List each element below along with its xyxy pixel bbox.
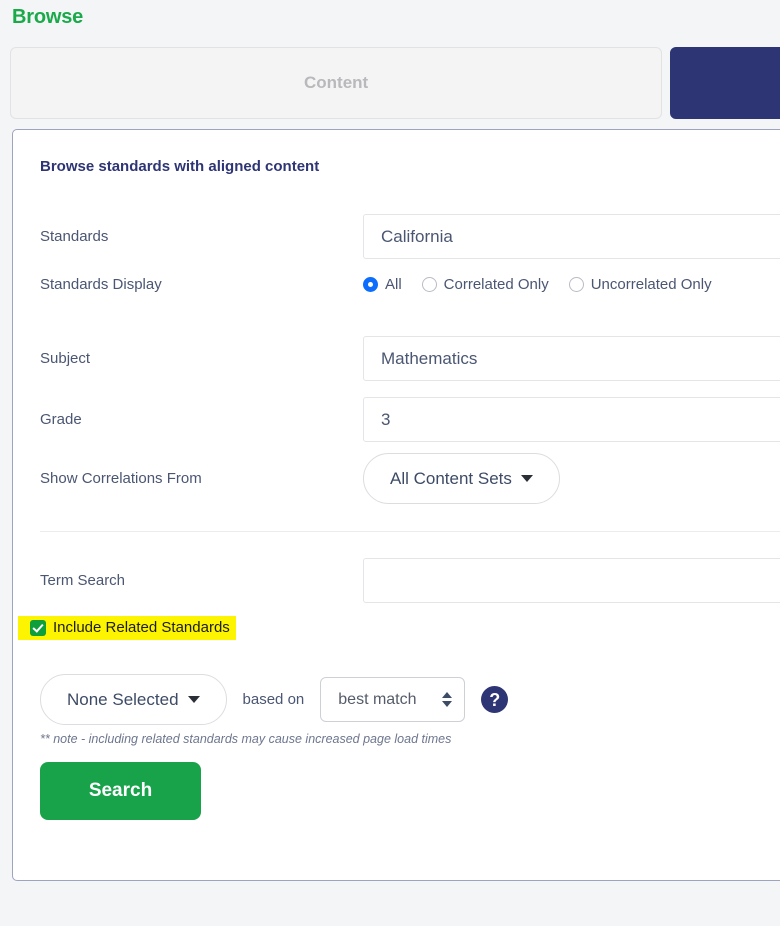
radio-all-icon [363, 277, 378, 292]
search-button[interactable]: Search [40, 762, 201, 820]
include-related-standards-checkbox[interactable] [30, 619, 46, 636]
show-correlations-from-label: Show Correlations From [40, 470, 202, 487]
content-sets-dropdown-label: All Content Sets [390, 468, 512, 488]
radio-all[interactable]: All [363, 276, 402, 293]
term-search-label: Term Search [40, 572, 126, 589]
tab-content-label: Content [304, 73, 369, 92]
radio-uncorrelated-only-icon [568, 277, 584, 292]
term-search-input[interactable] [363, 558, 780, 603]
include-related-standards-label: Include Related Standards [53, 619, 230, 636]
content-sets-dropdown[interactable]: All Content Sets [363, 453, 560, 504]
tab-standards[interactable] [670, 47, 780, 119]
standards-select[interactable]: California [363, 214, 780, 259]
match-mode-value: best match [338, 690, 417, 708]
grade-label: Grade [40, 411, 82, 428]
subject-select[interactable]: Mathematics [363, 336, 780, 381]
row-standards: Standards California [40, 214, 780, 259]
row-term-search: Term Search [40, 558, 780, 603]
chevron-down-icon [187, 696, 200, 703]
row-show-correlations-from: Show Correlations From All Content Sets [40, 453, 780, 504]
based-on-label: based on [242, 691, 305, 708]
none-selected-dropdown[interactable]: None Selected [40, 674, 227, 725]
related-standards-controls: None Selected based on best match ? [40, 674, 509, 725]
row-standards-display: Standards Display All Correlated Only Un… [40, 276, 780, 293]
radio-correlated-only-label: Correlated Only [443, 276, 549, 293]
standards-display-radio-group: All Correlated Only Uncorrelated Only [363, 276, 712, 293]
standards-label: Standards [40, 228, 109, 245]
tab-content[interactable]: Content [10, 47, 663, 119]
include-related-standards-row[interactable]: Include Related Standards [18, 616, 236, 640]
related-standards-note: ** note - including related standards ma… [40, 732, 452, 746]
radio-correlated-only[interactable]: Correlated Only [421, 276, 549, 293]
card-title: Browse standards with aligned content [40, 158, 320, 175]
radio-correlated-only-icon [421, 277, 437, 292]
radio-uncorrelated-only-label: Uncorrelated Only [590, 276, 712, 293]
radio-uncorrelated-only[interactable]: Uncorrelated Only [568, 276, 712, 293]
radio-all-label: All [385, 276, 402, 293]
row-subject: Subject Mathematics [40, 336, 780, 381]
grade-select[interactable]: 3 [363, 397, 780, 442]
match-mode-select[interactable]: best match [320, 677, 466, 722]
help-icon[interactable]: ? [481, 686, 509, 713]
none-selected-dropdown-label: None Selected [67, 689, 179, 709]
row-grade: Grade 3 [40, 397, 780, 442]
page-title: Browse [12, 6, 84, 28]
subject-label: Subject [40, 350, 91, 367]
stepper-arrows-icon [442, 692, 453, 707]
chevron-down-icon [520, 475, 533, 482]
section-divider [40, 531, 780, 532]
standards-display-label: Standards Display [40, 276, 162, 293]
tab-strip: Content [10, 47, 780, 119]
